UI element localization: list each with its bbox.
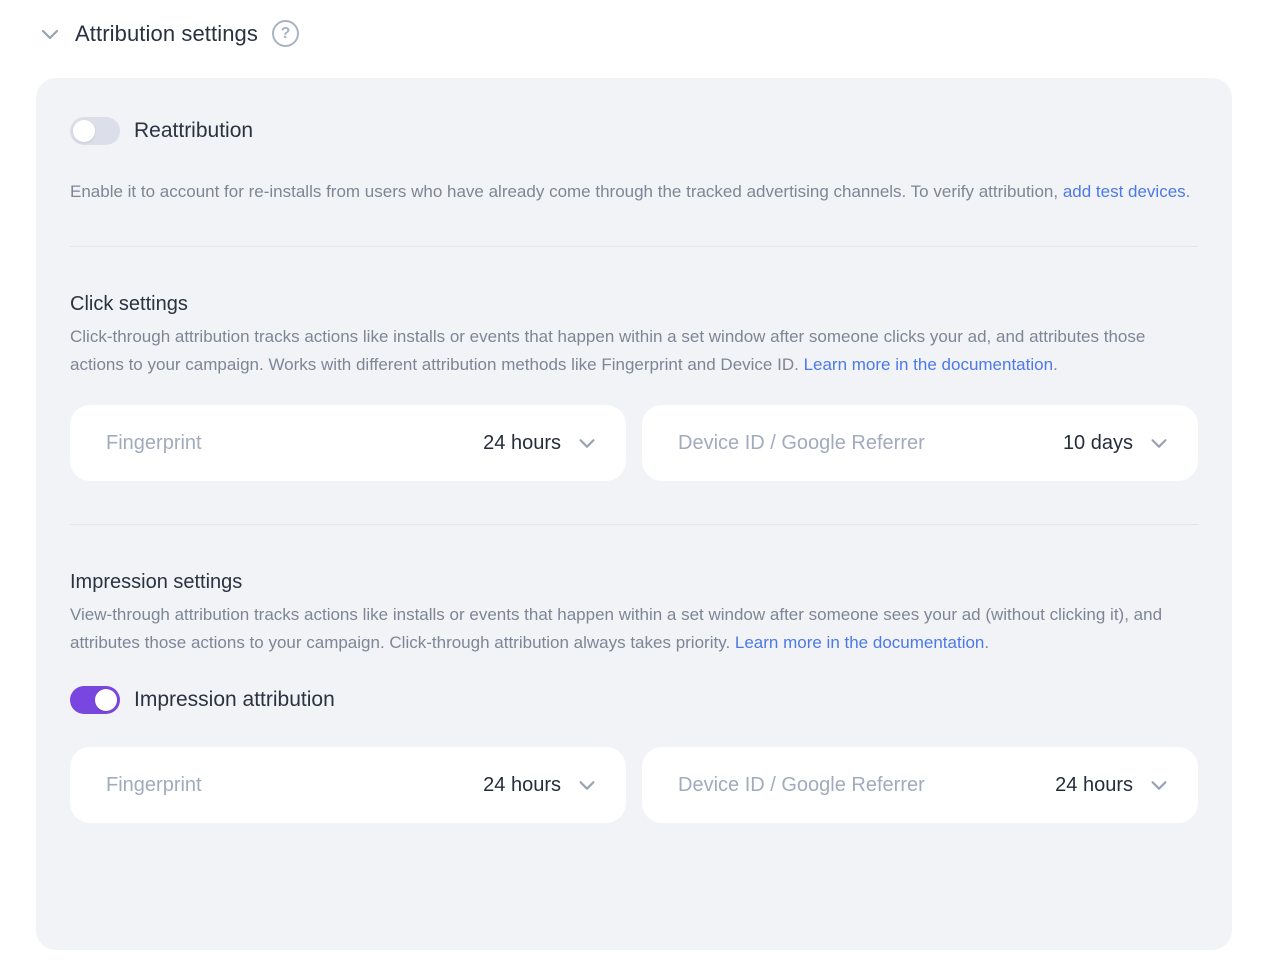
page-title: Attribution settings: [75, 21, 258, 47]
chevron-down-icon: [576, 432, 598, 454]
divider: [70, 246, 1198, 247]
reattribution-toggle-row: Reattribution: [70, 117, 1198, 145]
field-value: 24 hours: [1055, 774, 1133, 797]
field-label: Fingerprint: [106, 774, 483, 797]
impression-device-id-window-select[interactable]: Device ID / Google Referrer 24 hours: [642, 747, 1198, 823]
impression-settings-docs-link[interactable]: Learn more in the documentation: [735, 633, 985, 652]
field-value: 24 hours: [483, 432, 561, 455]
attribution-settings-header: Attribution settings ?: [0, 0, 1268, 47]
impression-attribution-toggle[interactable]: [70, 686, 120, 714]
field-value: 10 days: [1063, 432, 1133, 455]
click-settings-description: Click-through attribution tracks actions…: [70, 323, 1198, 379]
reattribution-toggle-label: Reattribution: [134, 119, 253, 143]
add-test-devices-link[interactable]: add test devices: [1063, 182, 1186, 201]
impression-settings-description: View-through attribution tracks actions …: [70, 601, 1198, 657]
click-device-id-window-select[interactable]: Device ID / Google Referrer 10 days: [642, 405, 1198, 481]
impression-settings-description-period: .: [984, 633, 989, 652]
impression-settings-description-text: View-through attribution tracks actions …: [70, 605, 1162, 652]
click-settings-description-period: .: [1053, 355, 1058, 374]
field-label: Device ID / Google Referrer: [678, 432, 1063, 455]
impression-attribution-toggle-row: Impression attribution: [70, 686, 1198, 714]
impression-settings-heading: Impression settings: [70, 571, 1198, 594]
help-icon[interactable]: ?: [272, 20, 299, 47]
divider: [70, 524, 1198, 525]
click-fingerprint-window-select[interactable]: Fingerprint 24 hours: [70, 405, 626, 481]
reattribution-description-text: Enable it to account for re-installs fro…: [70, 182, 1063, 201]
chevron-down-icon[interactable]: [38, 22, 62, 46]
chevron-down-icon: [1148, 774, 1170, 796]
toggle-knob: [95, 689, 117, 711]
impression-settings-fields: Fingerprint 24 hours Device ID / Google …: [70, 747, 1198, 823]
reattribution-toggle[interactable]: [70, 117, 120, 145]
impression-attribution-toggle-label: Impression attribution: [134, 688, 335, 712]
reattribution-description: Enable it to account for re-installs fro…: [70, 178, 1198, 206]
click-settings-docs-link[interactable]: Learn more in the documentation: [804, 355, 1054, 374]
chevron-down-icon: [1148, 432, 1170, 454]
impression-fingerprint-window-select[interactable]: Fingerprint 24 hours: [70, 747, 626, 823]
toggle-knob: [73, 120, 95, 142]
reattribution-description-period: .: [1186, 182, 1191, 201]
field-label: Device ID / Google Referrer: [678, 774, 1055, 797]
field-value: 24 hours: [483, 774, 561, 797]
chevron-down-icon: [576, 774, 598, 796]
attribution-settings-card: Reattribution Enable it to account for r…: [36, 78, 1232, 950]
click-settings-fields: Fingerprint 24 hours Device ID / Google …: [70, 405, 1198, 481]
field-label: Fingerprint: [106, 432, 483, 455]
click-settings-heading: Click settings: [70, 293, 1198, 316]
